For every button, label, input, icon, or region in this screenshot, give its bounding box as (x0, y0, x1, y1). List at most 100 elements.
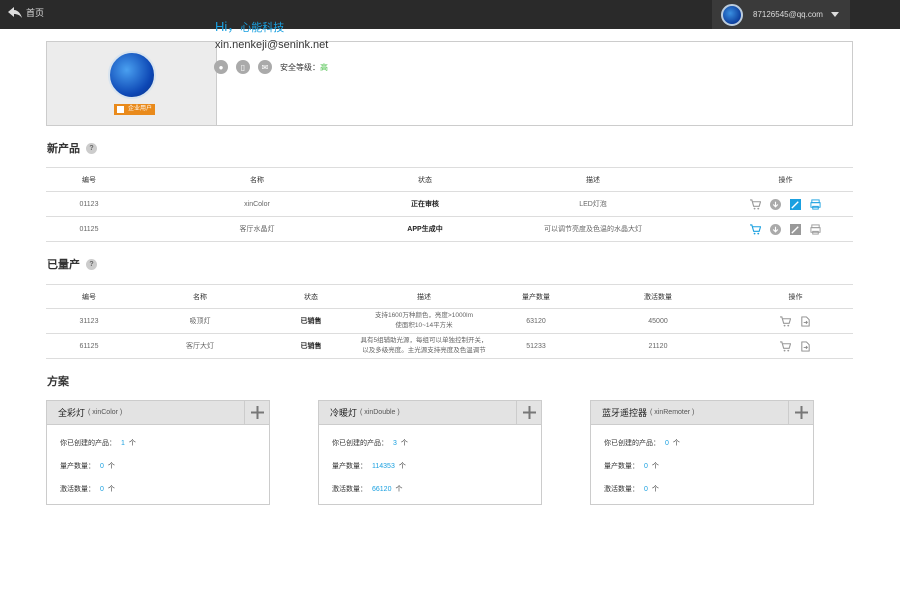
unit: 个 (107, 486, 115, 493)
mass-value: 0 (100, 463, 104, 470)
mass-products-title: 已量产? (47, 256, 97, 272)
plan-card: 冷暖灯( xinDouble ) 你已创建的产品： 3 个 量产数量： 114353 个… (318, 400, 542, 505)
print-icon[interactable] (810, 198, 821, 210)
col-ops: 操作 (718, 167, 853, 192)
col-id: 编号 (46, 284, 132, 309)
profile-email: xin.nenkeji@senink.net (215, 39, 329, 51)
print-icon[interactable] (810, 223, 821, 235)
mass-label: 量产数量： (604, 463, 639, 470)
export-icon[interactable] (800, 315, 811, 327)
plans-title-text: 方案 (47, 376, 69, 388)
cell-status: 已销售 (268, 333, 354, 359)
cart-icon[interactable] (780, 340, 791, 352)
edit-icon[interactable] (790, 223, 801, 235)
help-icon[interactable]: ? (86, 258, 97, 270)
plan-mass-row: 量产数量： 0 个 (604, 461, 659, 471)
col-status: 状态 (382, 167, 468, 192)
security-level: 高 (320, 62, 328, 72)
email-verify-icon[interactable]: ✉ (258, 60, 272, 74)
cell-ops (718, 216, 853, 242)
enterprise-badge: 企业用户 (114, 104, 156, 115)
mass-label: 量产数量： (332, 463, 367, 470)
account-menu[interactable]: 87126545@qq.com (712, 0, 850, 29)
table-header: 编号 名称 状态 描述 操作 (46, 167, 853, 192)
mass-value: 0 (644, 463, 648, 470)
active-value: 66120 (372, 486, 392, 493)
home-link[interactable]: 首页 (8, 6, 44, 19)
col-desc: 描述 (468, 167, 718, 192)
user-icon[interactable]: ● (214, 60, 228, 74)
unit: 个 (395, 486, 403, 493)
table-header: 编号 名称 状态 描述 量产数量 激活数量 操作 (46, 284, 853, 309)
cell-status: 正在审核 (382, 191, 468, 217)
table-row: 01125 客厅水晶灯 APP生成中 可以调节亮度及色温的水晶大灯 (46, 216, 853, 242)
col-desc: 描述 (354, 284, 494, 309)
cell-name: 客厅水晶灯 (132, 216, 382, 242)
security-row: ● ▯ ✉ 安全等级：高 (214, 60, 328, 74)
edit-icon[interactable] (790, 198, 801, 210)
cell-active: 21120 (578, 333, 738, 359)
plan-active-row: 激活数量： 0 个 (604, 484, 659, 494)
download-icon[interactable] (770, 198, 781, 210)
unit: 个 (128, 440, 136, 447)
created-value: 0 (665, 440, 669, 447)
phone-icon[interactable]: ▯ (236, 60, 250, 74)
plan-code: ( xinDouble ) (360, 409, 400, 416)
cell-desc: 支持1600万种颜色，亮度>1000lm 使面积10~14平方米 (354, 308, 494, 334)
cell-name: 客厅大灯 (132, 333, 268, 359)
desc-line: 具有5组辅助光源，每组可以单独控制开关， (360, 337, 488, 344)
plan-card: 全彩灯( xinColor ) 你已创建的产品： 1 个 量产数量： 0 个 激活数量：… (46, 400, 270, 505)
col-ops: 操作 (738, 284, 853, 309)
add-icon[interactable] (788, 401, 813, 424)
cell-name: 吸顶灯 (132, 308, 268, 334)
unit: 个 (672, 440, 680, 447)
cell-desc: 具有5组辅助光源，每组可以单独控制开关， 以及多级亮度。主光源支持亮度及色温调节 (354, 333, 494, 359)
cell-id: 01123 (46, 191, 132, 217)
table-row: 61125 客厅大灯 已销售 具有5组辅助光源，每组可以单独控制开关， 以及多级… (46, 333, 853, 359)
avatar (721, 3, 743, 26)
plan-code: ( xinColor ) (88, 409, 123, 416)
mass-label: 量产数量： (60, 463, 95, 470)
plan-name: 全彩灯 (58, 408, 86, 418)
active-label: 激活数量： (60, 486, 95, 493)
active-label: 激活数量： (332, 486, 367, 493)
add-icon[interactable] (516, 401, 541, 424)
cart-icon[interactable] (780, 315, 791, 327)
unit: 个 (400, 440, 408, 447)
plan-name: 冷暖灯 (330, 408, 358, 418)
plan-active-row: 激活数量： 0 个 (60, 484, 115, 494)
active-value: 0 (100, 486, 104, 493)
plan-card-header: 冷暖灯( xinDouble ) (319, 401, 541, 425)
add-icon[interactable] (244, 401, 269, 424)
created-label: 你已创建的产品： (60, 440, 116, 447)
cart-icon[interactable] (750, 223, 761, 235)
plan-mass-row: 量产数量： 114353 个 (332, 461, 406, 471)
download-icon[interactable] (770, 223, 781, 235)
plan-created-row: 你已创建的产品： 0 个 (604, 438, 680, 448)
plan-created-row: 你已创建的产品： 3 个 (332, 438, 408, 448)
help-icon[interactable]: ? (86, 142, 97, 154)
cell-status: 已销售 (268, 308, 354, 334)
export-icon[interactable] (800, 340, 811, 352)
plan-card-header: 蓝牙遥控器( xinRemoter ) (591, 401, 813, 425)
chevron-down-icon[interactable] (830, 12, 839, 17)
mass-value: 114353 (372, 463, 395, 470)
cell-desc: LED灯泡 (468, 191, 718, 217)
col-mass: 量产数量 (494, 284, 578, 309)
company-name: 心能科技 (240, 22, 285, 34)
col-name: 名称 (132, 284, 268, 309)
cart-icon[interactable] (750, 198, 761, 210)
desc-line: 使面积10~14平方米 (395, 322, 453, 329)
new-products-title-text: 新产品 (47, 143, 80, 155)
plan-mass-row: 量产数量： 0 个 (60, 461, 115, 471)
greeting-text: Hi， (215, 19, 241, 34)
cell-status: APP生成中 (382, 216, 468, 242)
desc-line: 支持1600万种颜色，亮度>1000lm (374, 312, 474, 319)
desc-line: 以及多级亮度。主光源支持亮度及色温调节 (362, 347, 486, 354)
created-value: 1 (121, 440, 125, 447)
plan-name: 蓝牙遥控器 (602, 408, 648, 418)
cell-ops (738, 308, 853, 334)
unit: 个 (398, 463, 406, 470)
table-row: 01123 xinColor 正在审核 LED灯泡 (46, 191, 853, 217)
col-status: 状态 (268, 284, 354, 309)
